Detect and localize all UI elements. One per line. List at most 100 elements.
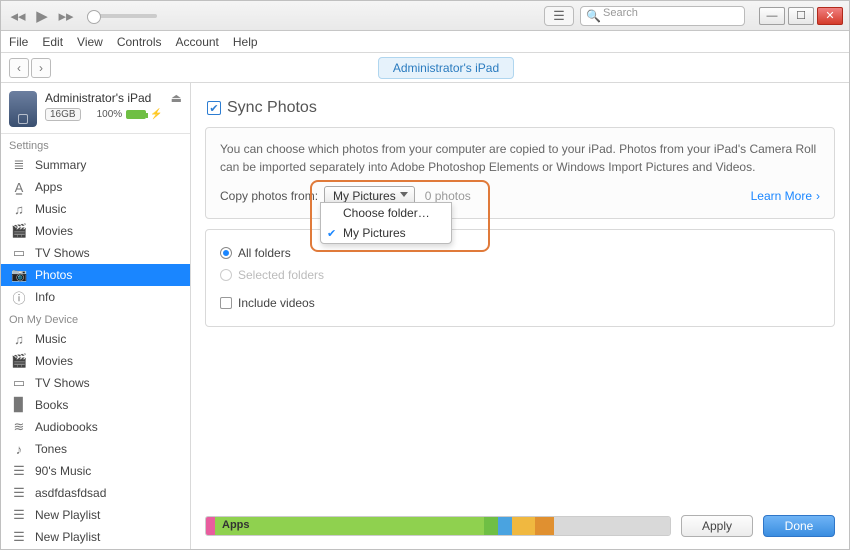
copy-from-label: Copy photos from: <box>220 189 318 203</box>
sidebar-device-item-asdfdasfdsad[interactable]: ☰asdfdasfdsad <box>1 482 190 504</box>
menu-file[interactable]: File <box>9 35 28 49</box>
sidebar-device-item-movies[interactable]: 🎬Movies <box>1 350 190 372</box>
include-videos-label: Include videos <box>238 296 315 310</box>
dropdown-my-pictures[interactable]: ✔ My Pictures <box>321 223 451 243</box>
sidebar-item-label: Movies <box>35 224 73 238</box>
storage-seg-free <box>554 517 670 535</box>
sidebar-device-item-90-s-music[interactable]: ☰ 90's Music <box>1 460 190 482</box>
prev-track-button[interactable]: ◂◂ <box>7 5 29 27</box>
search-icon: 🔍 <box>586 9 601 23</box>
sidebar-device-item-tones[interactable]: ♪ Tones <box>1 438 190 460</box>
list-view-button[interactable]: ☰ <box>544 6 574 26</box>
playback-controls: ◂◂ ▶ ▸▸ <box>7 5 77 27</box>
sidebar-settings-item-music[interactable]: ♫Music <box>1 198 190 220</box>
sidebar-device-item-playlist-1[interactable]: ☰playlist 1 <box>1 548 190 549</box>
menu-help[interactable]: Help <box>233 35 258 49</box>
sidebar-device-item-icon: ☰ <box>11 463 27 479</box>
menu-view[interactable]: View <box>77 35 103 49</box>
dropdown-choose-folder[interactable]: Choose folder… <box>321 203 451 223</box>
sidebar-section-device: On My Device <box>1 308 190 328</box>
storage-seg-other3 <box>512 517 535 535</box>
sidebar-settings-item-icon: A͇ <box>11 180 27 195</box>
menu-controls[interactable]: Controls <box>117 35 162 49</box>
all-folders-radio[interactable] <box>220 247 232 259</box>
maximize-button[interactable]: ☐ <box>788 7 814 25</box>
sidebar-section-settings: Settings <box>1 134 190 154</box>
sidebar-item-label: Photos <box>35 268 72 282</box>
sidebar-item-label: Summary <box>35 158 86 172</box>
battery-icon <box>126 110 146 119</box>
sidebar-settings-item-movies[interactable]: 🎬 Movies <box>1 220 190 242</box>
nav-back-button[interactable]: ‹ <box>9 58 29 78</box>
menu-account[interactable]: Account <box>176 35 219 49</box>
learn-more-label: Learn More <box>751 189 812 203</box>
copy-from-panel: You can choose which photos from your co… <box>205 127 835 219</box>
search-input[interactable]: 🔍 Search <box>580 6 745 26</box>
done-button[interactable]: Done <box>763 515 835 537</box>
sidebar-device-item-icon: ≋ <box>11 419 27 435</box>
storage-seg-apps <box>215 517 484 535</box>
title-bar: ◂◂ ▶ ▸▸ ☰ 🔍 Search — ☐ ✕ <box>1 1 849 31</box>
close-button[interactable]: ✕ <box>817 7 843 25</box>
sidebar-device-item-icon: ▭ <box>11 375 27 391</box>
device-info: Administrator's iPad 16GB 100% ⚡ ⏏ <box>1 83 190 134</box>
sidebar-settings-item-summary[interactable]: ≣ Summary <box>1 154 190 176</box>
sidebar-item-label: Tones <box>35 442 67 456</box>
selected-folders-radio <box>220 269 232 281</box>
sidebar-item-label: TV Shows <box>35 376 90 390</box>
eject-button[interactable]: ⏏ <box>171 91 182 105</box>
sidebar-settings-item-icon: ≣ <box>11 157 27 173</box>
sidebar-settings-item-tv-shows[interactable]: ▭TV Shows <box>1 242 190 264</box>
sidebar-settings-item-icon: 🎬 <box>11 223 27 239</box>
volume-slider[interactable] <box>87 14 157 18</box>
minimize-button[interactable]: — <box>759 7 785 25</box>
learn-more-link[interactable]: Learn More › <box>751 189 820 203</box>
sidebar-item-label: Apps <box>35 180 62 194</box>
include-videos-checkbox[interactable] <box>220 297 232 309</box>
sidebar-item-label: Audiobooks <box>35 420 98 434</box>
page-header: ‹ › Administrator's iPad <box>1 53 849 83</box>
device-tab[interactable]: Administrator's iPad <box>378 57 514 79</box>
apply-button[interactable]: Apply <box>681 515 753 537</box>
sidebar-item-label: 90's Music <box>35 464 91 478</box>
next-track-button[interactable]: ▸▸ <box>55 5 77 27</box>
search-placeholder: Search <box>603 7 638 19</box>
sidebar-item-label: Music <box>35 332 66 346</box>
sidebar-device-item-new-playlist[interactable]: ☰New Playlist <box>1 504 190 526</box>
sidebar-device-item-books[interactable]: ▉ Books <box>1 394 190 416</box>
sidebar-item-label: Books <box>35 398 68 412</box>
storage-seg-audio <box>206 517 215 535</box>
sidebar-item-label: Info <box>35 290 55 304</box>
copy-from-dropdown: Choose folder… ✔ My Pictures <box>320 202 452 244</box>
play-button[interactable]: ▶ <box>31 5 53 27</box>
sidebar-settings-item-icon: ⓘ <box>11 288 27 307</box>
window-controls: — ☐ ✕ <box>759 7 843 25</box>
sidebar-device-item-icon: ▉ <box>11 397 27 413</box>
device-tab-label: Administrator's iPad <box>393 61 499 75</box>
copy-from-select-value: My Pictures <box>333 189 396 203</box>
sidebar-item-label: Music <box>35 202 66 216</box>
folder-options-panel: All folders Selected folders Include vid… <box>205 229 835 327</box>
device-name: Administrator's iPad <box>45 91 163 105</box>
storage-apps-label: Apps <box>222 519 250 531</box>
sidebar-device-item-icon: ☰ <box>11 507 27 523</box>
photo-count: 0 photos <box>425 189 471 203</box>
sidebar-device-item-tv-shows[interactable]: ▭ TV Shows <box>1 372 190 394</box>
sync-photos-title: Sync Photos <box>227 99 317 117</box>
battery-percent: 100% <box>97 109 123 120</box>
sidebar-device-item-icon: ♫ <box>11 332 27 347</box>
sidebar-settings-item-info[interactable]: ⓘ Info <box>1 286 190 308</box>
dropdown-option-label: Choose folder… <box>343 206 430 220</box>
nav-forward-button[interactable]: › <box>31 58 51 78</box>
chevron-right-icon: › <box>816 189 820 203</box>
sidebar-device-item-new-playlist[interactable]: ☰New Playlist <box>1 526 190 548</box>
sync-photos-checkbox[interactable]: ✔ <box>207 101 221 115</box>
sidebar-device-item-music[interactable]: ♫ Music <box>1 328 190 350</box>
sidebar-device-item-icon: 🎬 <box>11 353 27 369</box>
sidebar-settings-item-photos[interactable]: 📷Photos <box>1 264 190 286</box>
selected-folders-label: Selected folders <box>238 268 324 282</box>
sidebar-device-item-audiobooks[interactable]: ≋ Audiobooks <box>1 416 190 438</box>
sidebar-settings-item-apps[interactable]: A͇ Apps <box>1 176 190 198</box>
menu-edit[interactable]: Edit <box>42 35 63 49</box>
sidebar-device-item-icon: ♪ <box>11 442 27 457</box>
